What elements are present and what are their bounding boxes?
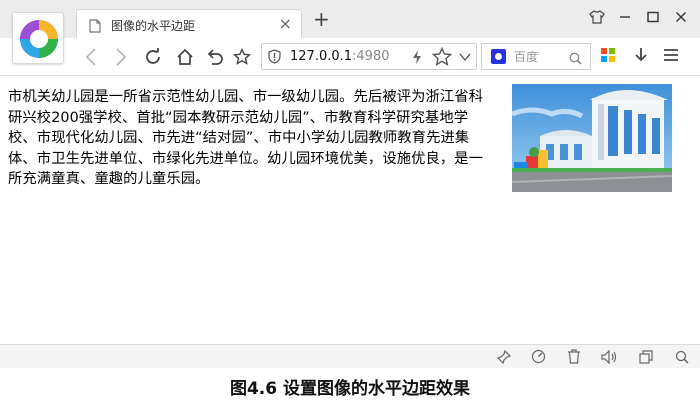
skin-icon[interactable] [586, 6, 608, 28]
new-tab-button[interactable]: + [313, 8, 330, 30]
speaker-icon[interactable] [601, 349, 617, 368]
tab-active[interactable]: 图像的水平边距 × [76, 9, 302, 39]
address-bar[interactable]: 127.0.0.1:4980 [261, 43, 477, 70]
figure-caption: 图4.6 设置图像的水平边距效果 [229, 379, 471, 399]
download-icon[interactable] [633, 47, 649, 69]
window-controls [586, 6, 692, 28]
undo-icon[interactable] [204, 46, 226, 68]
star-icon[interactable] [231, 46, 253, 68]
favorite-star-icon[interactable] [431, 46, 453, 71]
page-content: 市机关幼儿园是一所省示范性幼儿园、市一级幼儿园。先后被评为浙江省科研兴校200强… [0, 77, 700, 343]
trash-icon[interactable] [567, 349, 581, 368]
back-arrow-icon[interactable] [80, 46, 102, 68]
page-icon [89, 18, 101, 37]
browser-window: 图像的水平边距 × + 127.0.0.1:4980 百度 市机关幼儿园是一所省… [0, 0, 700, 368]
lightning-icon[interactable] [412, 49, 422, 69]
tab-close-icon[interactable]: × [279, 14, 292, 34]
window-restore-icon[interactable] [639, 349, 653, 368]
minimize-button[interactable] [614, 6, 636, 28]
url-host: 127.0.0.1 [290, 49, 353, 64]
maximize-button[interactable] [642, 6, 664, 28]
baidu-paw-icon[interactable] [491, 49, 506, 64]
apps-grid-icon[interactable] [600, 47, 616, 67]
menu-icon[interactable] [663, 47, 679, 67]
url-port: :4980 [352, 49, 390, 64]
tab-strip: 图像的水平边距 × + [0, 0, 700, 39]
chevron-down-icon[interactable] [458, 49, 472, 68]
speed-icon[interactable] [531, 349, 546, 368]
home-icon[interactable] [174, 46, 196, 68]
close-window-button[interactable] [670, 6, 692, 28]
reload-icon[interactable] [142, 46, 164, 68]
status-bar [0, 344, 700, 368]
pin-icon[interactable] [496, 349, 512, 368]
zoom-icon[interactable] [675, 349, 689, 368]
browser-logo-icon[interactable] [12, 12, 64, 64]
url-text: 127.0.0.1:4980 [290, 49, 390, 64]
kindergarten-photo [512, 84, 672, 192]
search-icon[interactable] [569, 50, 582, 69]
toolbar: 127.0.0.1:4980 百度 [0, 38, 700, 76]
search-input[interactable]: 百度 [514, 48, 538, 65]
forward-arrow-icon[interactable] [110, 46, 132, 68]
intro-paragraph: 市机关幼儿园是一所省示范性幼儿园、市一级幼儿园。先后被评为浙江省科研兴校200强… [8, 89, 484, 187]
search-box[interactable]: 百度 [481, 43, 591, 70]
tab-title: 图像的水平边距 [111, 19, 196, 33]
shield-icon [268, 49, 281, 68]
